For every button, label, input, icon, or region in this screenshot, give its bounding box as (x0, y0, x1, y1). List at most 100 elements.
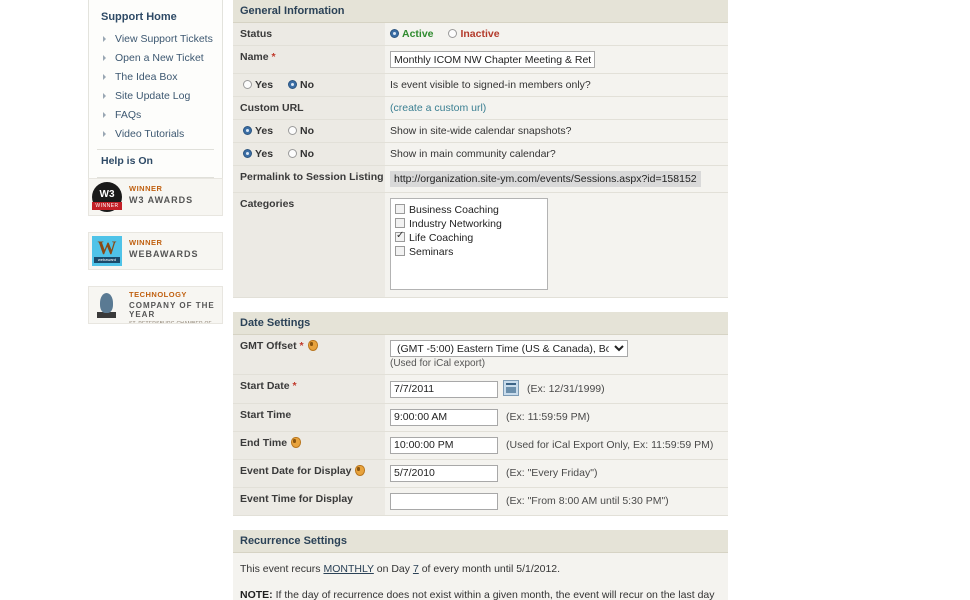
row-categories: Categories Business Coaching Industry Ne… (233, 193, 728, 298)
radio-sitewide-no[interactable] (288, 126, 298, 135)
event-date-display-hint: (Ex: "Every Friday") (506, 467, 598, 479)
start-time-hint: (Ex: 11:59:59 PM) (506, 411, 590, 423)
sidebar-item-help-is-on[interactable]: Help is On (89, 150, 222, 172)
gmt-offset-select[interactable]: (GMT -5:00) Eastern Time (US & Canada), … (390, 340, 628, 357)
category-item-seminars[interactable]: Seminars (395, 245, 547, 259)
gmt-offset-cell: (GMT -5:00) Eastern Time (US & Canada), … (385, 335, 728, 374)
sidebar-item-label: FAQs (115, 109, 142, 121)
checkbox-seminars[interactable] (395, 246, 405, 256)
row-gmt-offset: GMT Offset * (GMT -5:00) Eastern Time (U… (233, 335, 728, 375)
category-item-life-coaching[interactable]: Life Coaching (395, 230, 547, 245)
badge-line-1: WINNER (129, 184, 163, 193)
sidebar-item-faqs[interactable]: FAQs (89, 106, 222, 125)
row-label-permalink: Permalink to Session Listing (233, 166, 385, 192)
radio-main-calendar-yes[interactable] (243, 149, 252, 158)
row-name: Name * (233, 46, 728, 74)
sidebar-item-site-update-log[interactable]: Site Update Log (89, 87, 222, 106)
sitewide-radio-group: Yes No (233, 120, 385, 142)
sidebar-item-the-idea-box[interactable]: The Idea Box (89, 68, 222, 87)
start-date-hint: (Ex: 12/31/1999) (527, 383, 605, 395)
recurrence-text-post: of every month until 5/1/2012. (418, 562, 561, 575)
chevron-right-icon (103, 55, 106, 61)
badge-webawards: webaward WINNER WEBAWARDS (88, 232, 223, 270)
badge-text: WINNER W3 AWARDS (129, 184, 193, 205)
help-icon[interactable] (307, 340, 318, 351)
required-marker: * (271, 51, 276, 63)
help-icon[interactable] (290, 436, 302, 448)
event-time-display-cell: (Ex: "From 8:00 AM until 5:30 PM") (385, 488, 728, 515)
categories-checkbox-list[interactable]: Business Coaching Industry Networking Li… (390, 198, 548, 290)
row-label-end-time: End Time (233, 431, 385, 459)
chevron-right-icon (103, 93, 106, 99)
label-text: Name (240, 51, 269, 63)
w3-award-logo-icon: WINNER (92, 182, 122, 212)
event-date-display-input[interactable] (390, 464, 498, 482)
label-text: Event Date for Display (240, 464, 352, 477)
event-name-input[interactable] (390, 51, 595, 68)
row-label-event-date-display: Event Date for Display (233, 459, 385, 487)
event-date-display-cell: (Ex: "Every Friday") (385, 460, 728, 487)
sidebar-item-view-support-tickets[interactable]: View Support Tickets (89, 30, 222, 49)
badge-technology-company-of-the-year: TECHNOLOGY COMPANY OF THE YEAR ST. PETER… (88, 286, 223, 324)
sidebar-item-open-a-new-ticket[interactable]: Open a New Ticket (89, 49, 222, 68)
row-permalink: Permalink to Session Listing http://orga… (233, 166, 728, 193)
row-label-start-date: Start Date * (233, 375, 385, 403)
row-label-name: Name * (233, 46, 385, 73)
radio-status-active[interactable] (390, 29, 399, 38)
row-members-only: Yes No Is event visible to signed-in mem… (233, 74, 728, 97)
name-field-cell (385, 46, 728, 73)
recurrence-text-pre: This event recurs (240, 562, 324, 575)
row-label-start-time: Start Time (233, 403, 385, 431)
category-label: Seminars (409, 246, 454, 258)
start-date-input[interactable] (390, 380, 498, 398)
help-icon[interactable] (354, 464, 366, 476)
radio-main-calendar-no[interactable] (288, 149, 298, 158)
start-time-cell: (Ex: 11:59:59 PM) (385, 404, 728, 431)
required-marker: * (299, 340, 304, 352)
row-start-time: Start Time (Ex: 11:59:59 PM) (233, 403, 728, 432)
row-label-custom-url: Custom URL (233, 97, 385, 119)
recurrence-frequency-link[interactable]: MONTHLY (323, 563, 373, 575)
category-item-industry-networking[interactable]: Industry Networking (395, 217, 547, 231)
members-only-question: Is event visible to signed-in members on… (390, 79, 591, 91)
category-item-business-coaching[interactable]: Business Coaching (395, 203, 547, 217)
recurrence-note-text: If the day of recurrence does not exist … (275, 588, 715, 600)
permalink-value[interactable]: http://organization.site-ym.com/events/S… (390, 171, 701, 187)
radio-status-inactive[interactable] (448, 29, 458, 38)
category-label: Business Coaching (409, 204, 499, 216)
sidebar: Support Home View Support Tickets Open a… (88, 0, 223, 207)
gmt-offset-note: (Used for iCal export) (390, 358, 486, 369)
label-text: Start Date (240, 380, 290, 392)
radio-label-active: Active (402, 28, 434, 40)
permalink-cell: http://organization.site-ym.com/events/S… (385, 166, 728, 192)
end-time-hint: (Used for iCal Export Only, Ex: 11:59:59… (506, 439, 714, 451)
sidebar-item-video-tutorials[interactable]: Video Tutorials (89, 125, 222, 144)
start-date-cell: (Ex: 12/31/1999) (385, 375, 728, 403)
row-label-categories: Categories (233, 193, 385, 297)
checkbox-life-coaching[interactable] (395, 230, 405, 242)
create-custom-url-link[interactable]: (create a custom url) (390, 102, 486, 114)
category-label: Life Coaching (409, 232, 474, 244)
sidebar-item-label: Site Update Log (115, 90, 191, 102)
badge-text: TECHNOLOGY COMPANY OF THE YEAR ST. PETER… (129, 290, 222, 323)
calendar-picker-icon[interactable] (503, 380, 519, 396)
end-time-input[interactable] (390, 436, 498, 454)
badge-w3-awards: WINNER WINNER W3 AWARDS (88, 178, 223, 216)
radio-members-only-yes[interactable] (243, 80, 252, 89)
label-text: End Time (240, 436, 288, 449)
badge-line-2: WEBAWARDS (129, 249, 199, 259)
start-time-input[interactable] (390, 408, 498, 426)
custom-url-cell: (create a custom url) (385, 97, 728, 119)
label-text: GMT Offset (240, 340, 297, 352)
chevron-right-icon (103, 74, 106, 80)
checkbox-industry-networking[interactable] (395, 218, 405, 228)
event-time-display-hint: (Ex: "From 8:00 AM until 5:30 PM") (506, 495, 669, 507)
badge-ribbon-label: WINNER (92, 202, 122, 210)
event-time-display-input[interactable] (390, 492, 498, 510)
end-time-cell: (Used for iCal Export Only, Ex: 11:59:59… (385, 432, 728, 459)
radio-members-only-no[interactable] (288, 80, 298, 89)
radio-sitewide-yes[interactable] (243, 126, 252, 135)
checkbox-business-coaching[interactable] (395, 204, 405, 214)
badge-line-1: WINNER (129, 238, 163, 247)
